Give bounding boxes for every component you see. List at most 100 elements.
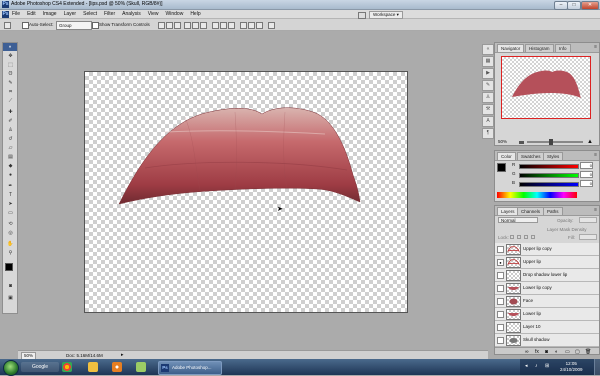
tool-presets-panel-icon[interactable]: ⚒ [482, 104, 494, 115]
show-desktop-button[interactable] [594, 359, 600, 375]
marquee-tool-icon[interactable]: ⬚ [6, 62, 15, 68]
tab-swatches[interactable]: Swatches [517, 152, 545, 160]
network-icon[interactable]: ⊞ [545, 363, 549, 369]
tab-layers[interactable]: Layers [497, 207, 519, 215]
color-spectrum-ramp[interactable] [497, 192, 577, 198]
paragraph-panel-icon[interactable]: ¶ [482, 128, 494, 139]
blue-channel-slider[interactable] [519, 182, 579, 187]
tab-paths[interactable]: Paths [543, 207, 563, 215]
color-foreground-swatch[interactable] [497, 163, 506, 172]
quick-mask-icon[interactable]: ◙ [6, 283, 15, 289]
panel-menu-icon[interactable]: ≡ [594, 208, 597, 213]
tab-histogram[interactable]: Histogram [525, 44, 554, 52]
distribute-hcenter-icon[interactable] [248, 22, 255, 29]
document-canvas[interactable]: ➤ [84, 71, 408, 313]
eyedropper-tool-icon[interactable]: ⟋ [6, 98, 15, 104]
layer-row[interactable]: Upper lip copy [495, 243, 599, 256]
media-player-icon[interactable] [112, 362, 122, 372]
dock-collapse-icon[interactable]: « [482, 44, 494, 55]
distribute-top-icon[interactable] [212, 22, 219, 29]
screen-mode-tool-icon[interactable]: ▣ [6, 295, 15, 301]
clone-source-panel-icon[interactable]: ♙ [482, 92, 494, 103]
show-transform-checkbox[interactable] [92, 22, 99, 29]
align-left-icon[interactable] [184, 22, 191, 29]
auto-select-dropdown[interactable]: Group [56, 21, 92, 30]
layer-style-icon[interactable]: fx [535, 349, 539, 354]
tab-info[interactable]: Info [555, 44, 571, 52]
red-channel-value[interactable]: 0 [580, 162, 593, 169]
close-button[interactable]: ✕ [581, 1, 599, 10]
align-bottom-icon[interactable] [174, 22, 181, 29]
auto-select-checkbox[interactable] [22, 22, 29, 29]
add-mask-icon[interactable]: ◙ [545, 349, 548, 354]
foreground-color-swatch[interactable] [5, 263, 13, 271]
move-tool-icon[interactable]: ✥ [6, 53, 15, 59]
volume-icon[interactable]: ♪ [535, 363, 538, 369]
fill-field[interactable] [579, 234, 597, 240]
new-group-icon[interactable]: ▭ [565, 349, 570, 354]
adjustment-layer-icon[interactable]: ◐ [555, 349, 558, 354]
tab-color[interactable]: Color [497, 152, 516, 160]
healing-tool-icon[interactable]: ✚ [6, 109, 15, 115]
layer-visibility-toggle[interactable] [497, 311, 504, 318]
zoom-tool-icon[interactable]: ⚲ [6, 250, 15, 256]
photoshop-menu-icon[interactable]: Ps [2, 11, 9, 18]
crop-tool-icon[interactable]: ⌗ [6, 89, 15, 95]
layer-row[interactable]: ● Upper lip [495, 256, 599, 269]
lock-image-icon[interactable] [517, 235, 521, 239]
zoom-out-icon[interactable] [519, 141, 524, 144]
menu-help[interactable]: Help [190, 11, 200, 17]
type-tool-icon[interactable]: T [6, 192, 15, 198]
align-top-icon[interactable] [158, 22, 165, 29]
toolbox-collapse-button[interactable]: » [3, 43, 17, 51]
minimize-button[interactable]: – [554, 1, 568, 10]
move-tool-preset-icon[interactable] [4, 22, 11, 29]
layer-visibility-toggle[interactable] [497, 337, 504, 344]
lasso-tool-icon[interactable]: ʘ [6, 71, 15, 77]
blue-channel-value[interactable]: 0 [580, 180, 593, 187]
layer-visibility-toggle[interactable] [497, 285, 504, 292]
gradient-tool-icon[interactable]: ▤ [6, 154, 15, 160]
google-search-bar[interactable]: Google [21, 362, 59, 372]
align-hcenter-icon[interactable] [192, 22, 199, 29]
tab-channels[interactable]: Channels [517, 207, 545, 215]
align-vcenter-icon[interactable] [166, 22, 173, 29]
paint-icon[interactable] [136, 362, 146, 372]
lock-transparent-icon[interactable] [510, 235, 514, 239]
layer-row[interactable]: Face [495, 295, 599, 308]
opacity-field[interactable] [579, 217, 597, 223]
navigator-zoom-handle[interactable] [549, 139, 553, 145]
layer-row[interactable]: Drop shadow lower lip [495, 269, 599, 282]
distribute-vcenter-icon[interactable] [220, 22, 227, 29]
workspace-switcher[interactable]: Workspace ▾ [369, 11, 403, 19]
clock[interactable]: 12:05 24/10/2009 [560, 361, 583, 373]
layer-row[interactable]: Lower lip [495, 308, 599, 321]
pen-tool-icon[interactable]: ✒ [6, 183, 15, 189]
auto-align-layers-icon[interactable] [268, 22, 275, 29]
hand-tool-icon[interactable]: ✋ [6, 241, 15, 247]
path-select-tool-icon[interactable]: ➤ [6, 201, 15, 207]
new-layer-icon[interactable]: ▢ [575, 349, 580, 354]
maximize-button[interactable]: □ [567, 1, 581, 10]
menu-select[interactable]: Select [83, 11, 97, 17]
taskbar-photoshop-button[interactable]: Ps Adobe Photoshop... [158, 361, 222, 375]
chrome-icon[interactable] [62, 362, 72, 372]
clone-stamp-tool-icon[interactable]: ♙ [6, 127, 15, 133]
lock-all-icon[interactable] [531, 235, 535, 239]
status-menu-arrow-icon[interactable]: ▸ [121, 352, 124, 358]
distribute-right-icon[interactable] [256, 22, 263, 29]
start-button[interactable] [3, 360, 19, 376]
menu-analysis[interactable]: Analysis [122, 11, 141, 17]
menu-filter[interactable]: Filter [104, 11, 115, 17]
link-layers-icon[interactable]: ∞ [525, 349, 529, 354]
navigator-preview[interactable] [501, 56, 591, 119]
quick-select-tool-icon[interactable]: ✎ [6, 80, 15, 86]
red-channel-slider[interactable] [519, 164, 579, 169]
layer-visibility-toggle[interactable]: ● [497, 259, 504, 266]
layer-visibility-toggle[interactable] [497, 272, 504, 279]
dodge-tool-icon[interactable]: ● [6, 172, 15, 178]
menu-edit[interactable]: Edit [27, 11, 36, 17]
eraser-tool-icon[interactable]: ▱ [6, 145, 15, 151]
actions-panel-icon[interactable]: ▶ [482, 68, 494, 79]
menu-image[interactable]: Image [43, 11, 57, 17]
